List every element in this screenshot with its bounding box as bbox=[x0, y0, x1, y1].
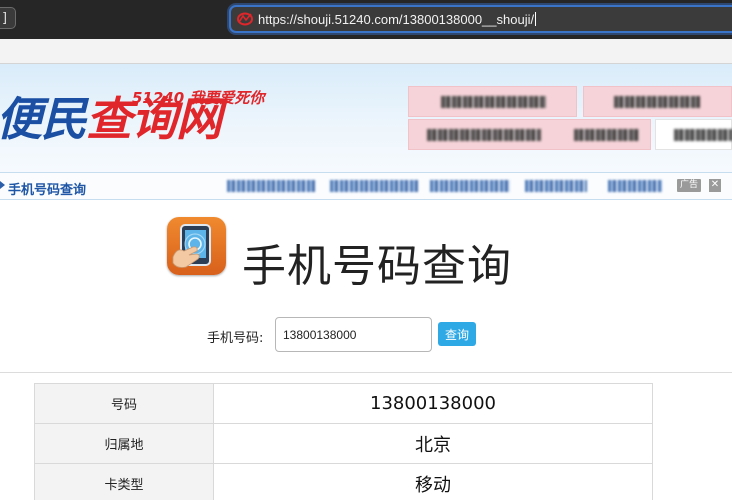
address-bar[interactable]: https://shouji.51240.com/13800138000__sh… bbox=[229, 5, 732, 33]
table-row: 号码 13800138000 bbox=[34, 383, 653, 424]
row-value: 北京 bbox=[213, 423, 653, 464]
blurred-link[interactable] bbox=[608, 180, 662, 192]
blurred-ad-text bbox=[614, 96, 700, 108]
row-key: 归属地 bbox=[34, 423, 214, 464]
site-header: 便民查询网 51240 我要爱死你 bbox=[0, 64, 732, 172]
row-value: 移动 bbox=[213, 463, 653, 500]
blurred-ad-text bbox=[574, 129, 639, 141]
blurred-link[interactable] bbox=[330, 180, 418, 192]
breadcrumb-link[interactable]: 手机号码查询 bbox=[8, 179, 86, 198]
table-row: 卡类型 移动 bbox=[34, 463, 653, 500]
row-value: 13800138000 bbox=[213, 383, 653, 424]
page-title: 手机号码查询 bbox=[242, 241, 512, 292]
logo-tagline: 51240 我要爱死你 bbox=[132, 89, 265, 107]
header-ad-slot[interactable] bbox=[408, 86, 577, 117]
url-text: https://shouji.51240.com/13800138000__sh… bbox=[258, 12, 537, 27]
row-key: 号码 bbox=[34, 383, 214, 424]
ad-badge: 广告 bbox=[677, 179, 702, 192]
breadcrumb-bar: 手机号码查询 广告 ✕ bbox=[0, 172, 732, 200]
header-ad-slot[interactable] bbox=[408, 119, 651, 150]
blurred-link[interactable] bbox=[430, 180, 510, 192]
phone-number-label: 手机号码: bbox=[207, 331, 264, 346]
phone-touch-icon bbox=[167, 217, 226, 275]
sidebar-toggle-glyph: ] bbox=[2, 11, 8, 26]
text-caret bbox=[535, 12, 537, 26]
logo-text-blue: 便民 bbox=[0, 92, 87, 146]
phone-touch-graphic bbox=[172, 224, 211, 268]
browser-toolbar: ] https://shouji.51240.com/13800138000__… bbox=[0, 0, 732, 39]
blurred-link[interactable] bbox=[227, 180, 315, 192]
blurred-ad-text bbox=[674, 129, 732, 141]
phone-number-input[interactable] bbox=[275, 317, 432, 352]
section-divider bbox=[0, 372, 732, 373]
table-row: 归属地 北京 bbox=[34, 423, 653, 464]
blurred-ad-text bbox=[427, 129, 541, 141]
sidebar-toggle-button[interactable]: ] bbox=[0, 7, 16, 29]
blurred-link[interactable] bbox=[525, 180, 587, 192]
blurred-ad-text bbox=[441, 96, 546, 108]
bookmark-bar bbox=[0, 39, 732, 64]
result-table: 号码 13800138000 归属地 北京 卡类型 移动 bbox=[34, 383, 653, 500]
header-ad-slot[interactable] bbox=[655, 119, 732, 150]
header-ad-slot[interactable] bbox=[583, 86, 732, 117]
row-key: 卡类型 bbox=[34, 463, 214, 500]
breadcrumb-arrow-icon bbox=[0, 181, 5, 189]
query-button[interactable]: 查询 bbox=[438, 322, 476, 346]
ad-close-button[interactable]: ✕ bbox=[709, 179, 721, 192]
site-favicon-icon bbox=[237, 12, 253, 26]
